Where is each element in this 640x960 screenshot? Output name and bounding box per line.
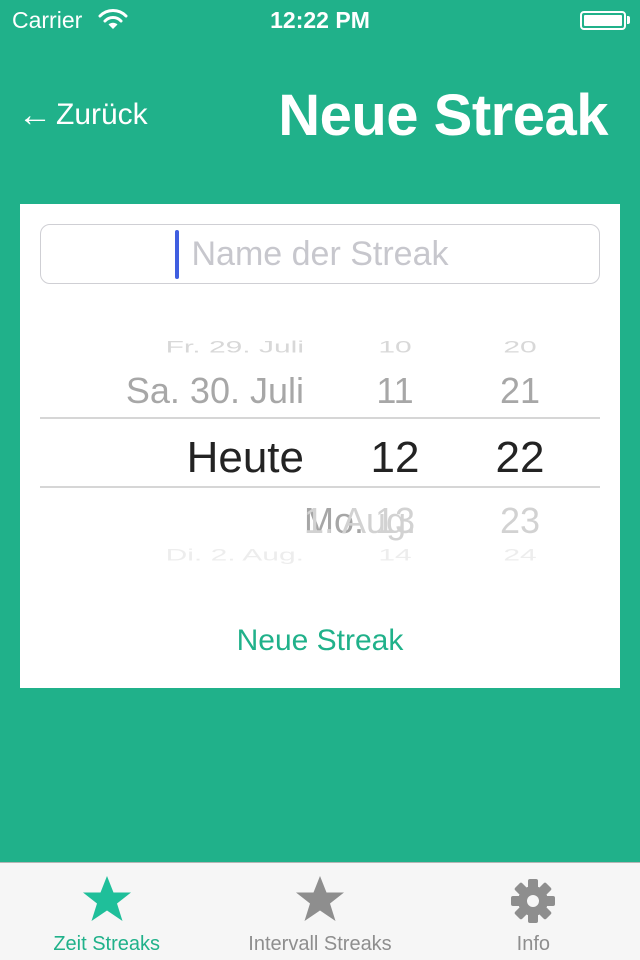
picker-row-selected[interactable]: Heute 12 22 <box>40 433 600 493</box>
back-arrow-icon: ← <box>18 96 52 134</box>
tab-label: Info <box>516 933 550 955</box>
star-icon <box>82 876 131 921</box>
tab-info[interactable]: Info <box>427 863 640 960</box>
tab-label: Zeit Streaks <box>53 933 161 955</box>
picker-date: Sa. 30. Juli <box>125 370 304 411</box>
back-button[interactable]: ← Zurück <box>18 98 148 132</box>
picker-date: Di. 2. Aug. <box>165 546 304 565</box>
tab-intervall-streaks[interactable]: Intervall Streaks <box>213 863 426 960</box>
tab-bar: Zeit Streaks Intervall Streaks Info <box>0 862 640 960</box>
tab-zeit-streaks[interactable]: Zeit Streaks <box>0 863 213 960</box>
picker-hour: 10 <box>378 338 412 357</box>
create-streak-button[interactable]: Neue Streak <box>20 624 620 658</box>
battery-tip <box>627 16 630 24</box>
picker-minute: 20 <box>503 338 537 357</box>
battery-icon <box>580 11 626 30</box>
date-time-picker[interactable]: Fr. 29. Juli 10 20 Sa. 30. Juli 11 21 He… <box>40 320 600 580</box>
picker-hour: 13 <box>374 500 416 541</box>
picker-minute: 23 <box>499 500 541 541</box>
picker-minute: 21 <box>499 370 541 411</box>
picker-row[interactable]: Sa. 30. Juli 11 21 <box>40 370 600 430</box>
tab-label: Intervall Streaks <box>248 933 392 955</box>
picker-row[interactable]: Di. 2. Aug. 14 24 <box>40 546 600 579</box>
new-streak-card: Fr. 29. Juli 10 20 Sa. 30. Juli 11 21 He… <box>20 204 620 688</box>
picker-hour-selected: 12 <box>370 433 420 482</box>
picker-minute: 24 <box>503 546 537 565</box>
picker-date-selected: Heute <box>186 433 304 482</box>
gear-icon <box>511 879 556 923</box>
back-label: Zurück <box>56 98 148 131</box>
status-bar: Carrier 12:22 PM <box>0 0 640 40</box>
picker-date: Fr. 29. Juli <box>165 338 304 357</box>
picker-hour: 11 <box>376 370 414 411</box>
name-field-wrapper <box>40 224 600 284</box>
page-title: Neue Streak <box>278 83 608 148</box>
text-caret <box>175 230 179 279</box>
status-time: 12:22 PM <box>270 7 370 33</box>
picker-minute-selected: 22 <box>495 433 545 482</box>
picker-hour: 14 <box>378 546 412 565</box>
star-icon <box>295 876 344 921</box>
streak-name-input[interactable] <box>41 225 599 283</box>
picker-row[interactable]: Fr. 29. Juli 10 20 <box>40 338 600 360</box>
